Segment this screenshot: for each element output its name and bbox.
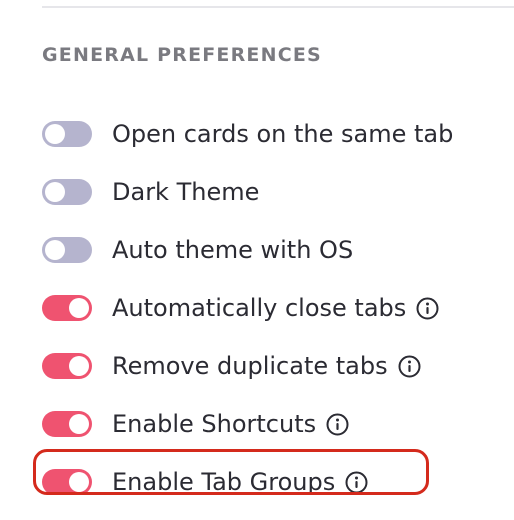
pref-auto-theme-os: Auto theme with OS: [42, 221, 502, 279]
pref-open-cards-same-tab: Open cards on the same tab: [42, 105, 502, 163]
pref-label: Open cards on the same tab: [112, 120, 454, 148]
toggle-auto-theme-os[interactable]: [42, 237, 92, 263]
pref-label: Dark Theme: [112, 178, 260, 206]
top-divider: [42, 6, 514, 8]
pref-label: Enable Shortcuts: [112, 410, 317, 438]
info-icon[interactable]: [416, 297, 439, 320]
toggle-knob: [69, 356, 89, 376]
pref-label: Automatically close tabs: [112, 294, 407, 322]
section-title: GENERAL PREFERENCES: [42, 44, 322, 66]
toggle-knob: [45, 182, 65, 202]
pref-enable-shortcuts: Enable Shortcuts: [42, 395, 502, 453]
pref-auto-close-tabs: Automatically close tabs: [42, 279, 502, 337]
toggle-remove-duplicate-tabs[interactable]: [42, 353, 92, 379]
toggle-knob: [69, 298, 89, 318]
toggle-enable-shortcuts[interactable]: [42, 411, 92, 437]
pref-dark-theme: Dark Theme: [42, 163, 502, 221]
toggle-auto-close-tabs[interactable]: [42, 295, 92, 321]
pref-label: Remove duplicate tabs: [112, 352, 388, 380]
toggle-knob: [45, 124, 65, 144]
info-icon[interactable]: [398, 355, 421, 378]
highlight-box: [33, 449, 429, 495]
pref-remove-duplicate-tabs: Remove duplicate tabs: [42, 337, 502, 395]
toggle-knob: [69, 414, 89, 434]
info-icon[interactable]: [326, 413, 349, 436]
toggle-dark-theme[interactable]: [42, 179, 92, 205]
toggle-knob: [45, 240, 65, 260]
toggle-open-cards-same-tab[interactable]: [42, 121, 92, 147]
pref-label: Auto theme with OS: [112, 236, 354, 264]
